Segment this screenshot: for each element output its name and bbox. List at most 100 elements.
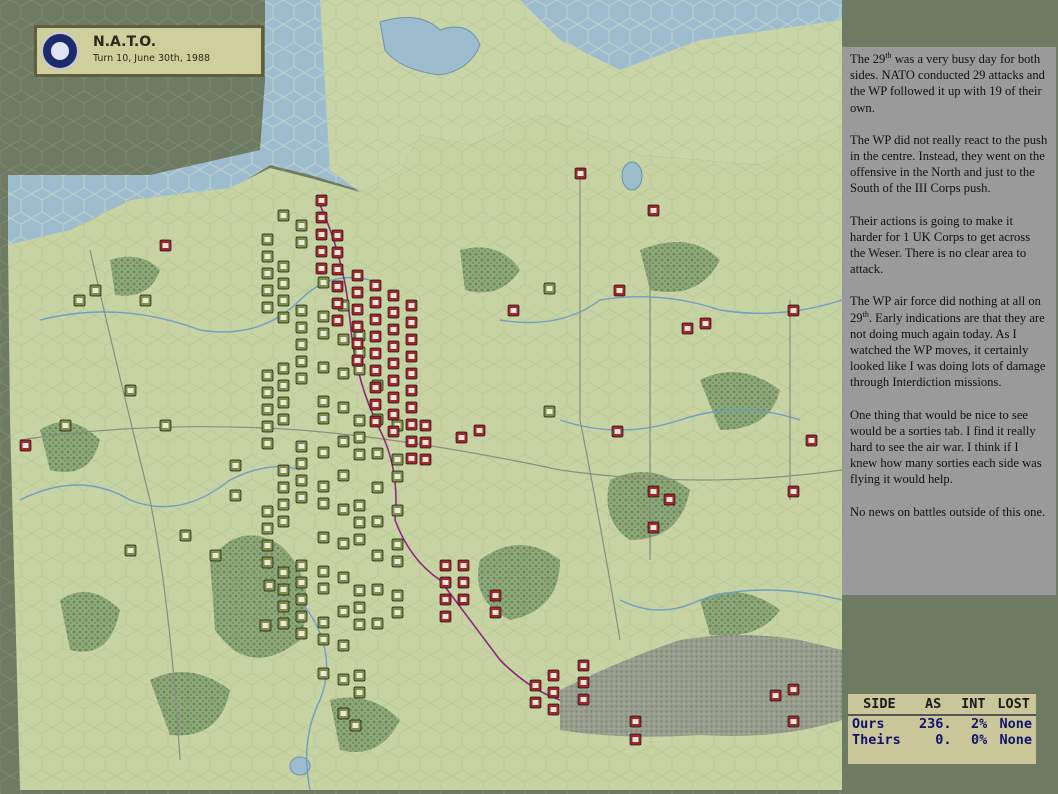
unit-symbol-icon xyxy=(614,429,621,434)
unit-symbol-icon xyxy=(298,325,305,330)
unit-symbol-icon xyxy=(127,548,134,553)
unit-symbol-icon xyxy=(356,503,363,508)
unit-symbol-icon xyxy=(340,371,347,376)
unit-symbol-icon xyxy=(390,310,397,315)
unit-symbol-icon xyxy=(320,484,327,489)
unit-symbol-icon xyxy=(334,267,341,272)
unit-symbol-icon xyxy=(492,593,499,598)
report-paragraph: One thing that would be nice to see woul… xyxy=(850,407,1042,487)
unit-symbol-icon xyxy=(334,250,341,255)
stats-header-row: SIDE AS INT LOST xyxy=(848,694,1036,716)
unit-symbol-icon xyxy=(264,441,271,446)
as-cell: 236. xyxy=(918,716,952,732)
unit-symbol-icon xyxy=(374,621,381,626)
unit-symbol-icon xyxy=(320,637,327,642)
unit-symbol-icon xyxy=(280,298,287,303)
unit-symbol-icon xyxy=(298,495,305,500)
unit-symbol-icon xyxy=(790,719,797,724)
faction-badge: N.A.T.O. Turn 10, June 30th, 1988 xyxy=(34,25,264,77)
unit-symbol-icon xyxy=(372,402,379,407)
col-int: INT xyxy=(955,694,992,716)
unit-symbol-icon xyxy=(340,507,347,512)
unit-symbol-icon xyxy=(580,680,587,685)
unit-symbol-icon xyxy=(442,563,449,568)
unit-symbol-icon xyxy=(532,700,539,705)
lake xyxy=(621,161,643,191)
unit-symbol-icon xyxy=(340,405,347,410)
unit-symbol-icon xyxy=(372,368,379,373)
unit-symbol-icon xyxy=(372,317,379,322)
unit-symbol-icon xyxy=(356,690,363,695)
unit-symbol-icon xyxy=(356,435,363,440)
unit-symbol-icon xyxy=(390,429,397,434)
unit-symbol-icon xyxy=(264,254,271,259)
unit-symbol-icon xyxy=(372,419,379,424)
turn-info: Turn 10, June 30th, 1988 xyxy=(93,53,211,64)
unit-symbol-icon xyxy=(298,563,305,568)
unit-symbol-icon xyxy=(280,502,287,507)
unit-symbol-icon xyxy=(356,333,363,338)
unit-symbol-icon xyxy=(298,444,305,449)
unit-symbol-icon xyxy=(394,559,401,564)
int-cell: 2% xyxy=(970,716,988,732)
unit-symbol-icon xyxy=(460,563,467,568)
unit-symbol-icon xyxy=(684,326,691,331)
unit-symbol-icon xyxy=(702,321,709,326)
unit-symbol-icon xyxy=(264,237,271,242)
col-side: SIDE xyxy=(848,694,911,716)
unit-symbol-icon xyxy=(616,288,623,293)
unit-symbol-icon xyxy=(262,623,269,628)
unit-symbol-icon xyxy=(318,215,325,220)
unit-symbol-icon xyxy=(650,208,657,213)
unit-symbol-icon xyxy=(460,597,467,602)
report-paragraph: No news on battles outside of this one. xyxy=(850,504,1046,519)
unit-symbol-icon xyxy=(650,525,657,530)
unit-symbol-icon xyxy=(356,520,363,525)
unit-symbol-icon xyxy=(374,553,381,558)
unit-symbol-icon xyxy=(372,385,379,390)
unit-symbol-icon xyxy=(372,351,379,356)
unit-symbol-icon xyxy=(550,690,557,695)
hex-map[interactable] xyxy=(0,0,842,794)
unit-symbol-icon xyxy=(280,417,287,422)
int-cell: 0% xyxy=(970,732,988,748)
unit-symbol-icon xyxy=(356,537,363,542)
unit-symbol-icon xyxy=(580,697,587,702)
lost-cell: None xyxy=(999,732,1032,748)
unit-symbol-icon xyxy=(264,509,271,514)
nato-compass-icon xyxy=(41,32,79,70)
unit-symbol-icon xyxy=(264,526,271,531)
unit-symbol-icon xyxy=(390,361,397,366)
unit-symbol-icon xyxy=(320,399,327,404)
unit-symbol-icon xyxy=(356,605,363,610)
unit-symbol-icon xyxy=(232,493,239,498)
unit-symbol-icon xyxy=(280,315,287,320)
unit-symbol-icon xyxy=(264,560,271,565)
unit-symbol-icon xyxy=(320,586,327,591)
faction-title: N.A.T.O. xyxy=(93,34,157,50)
unit-symbol-icon xyxy=(264,271,271,276)
report-paragraph: The WP did not really react to the push … xyxy=(850,132,1048,196)
unit-symbol-icon xyxy=(354,324,361,329)
unit-symbol-icon xyxy=(298,597,305,602)
unit-symbol-icon xyxy=(280,485,287,490)
unit-symbol-icon xyxy=(264,407,271,412)
unit-symbol-icon xyxy=(318,266,325,271)
unit-symbol-icon xyxy=(298,614,305,619)
unit-symbol-icon xyxy=(632,737,639,742)
unit-symbol-icon xyxy=(356,588,363,593)
unit-symbol-icon xyxy=(76,298,83,303)
unit-symbol-icon xyxy=(162,423,169,428)
unit-symbol-icon xyxy=(356,350,363,355)
unit-symbol-icon xyxy=(264,390,271,395)
unit-symbol-icon xyxy=(340,541,347,546)
unit-symbol-icon xyxy=(394,610,401,615)
unit-symbol-icon xyxy=(372,300,379,305)
unit-symbol-icon xyxy=(340,337,347,342)
unit-symbol-icon xyxy=(354,358,361,363)
unit-symbol-icon xyxy=(92,288,99,293)
unit-symbol-icon xyxy=(320,314,327,319)
unit-symbol-icon xyxy=(408,456,415,461)
unit-symbol-icon xyxy=(142,298,149,303)
unit-symbol-icon xyxy=(280,281,287,286)
